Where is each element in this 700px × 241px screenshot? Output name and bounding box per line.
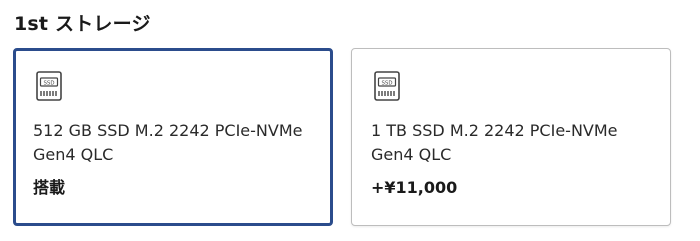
option-name: 512 GB SSD M.2 2242 PCIe-NVMe Gen4 QLC <box>33 121 303 164</box>
storage-option-512gb[interactable]: SSD 512 GB SSD M.2 2242 PCIe-NVMe Gen4 Q… <box>13 48 333 226</box>
option-price: +¥11,000 <box>371 178 458 197</box>
ssd-icon-label: SSD <box>382 80 393 86</box>
option-price: 搭載 <box>33 178 66 197</box>
ssd-icon: SSD <box>374 71 400 101</box>
ssd-icon-label: SSD <box>44 80 55 86</box>
storage-option-1tb[interactable]: SSD 1 TB SSD M.2 2242 PCIe-NVMe Gen4 QLC… <box>351 48 671 226</box>
section-title: 1st ストレージ <box>14 13 151 35</box>
ssd-icon: SSD <box>36 71 62 101</box>
option-name: 1 TB SSD M.2 2242 PCIe-NVMe Gen4 QLC <box>371 121 618 164</box>
